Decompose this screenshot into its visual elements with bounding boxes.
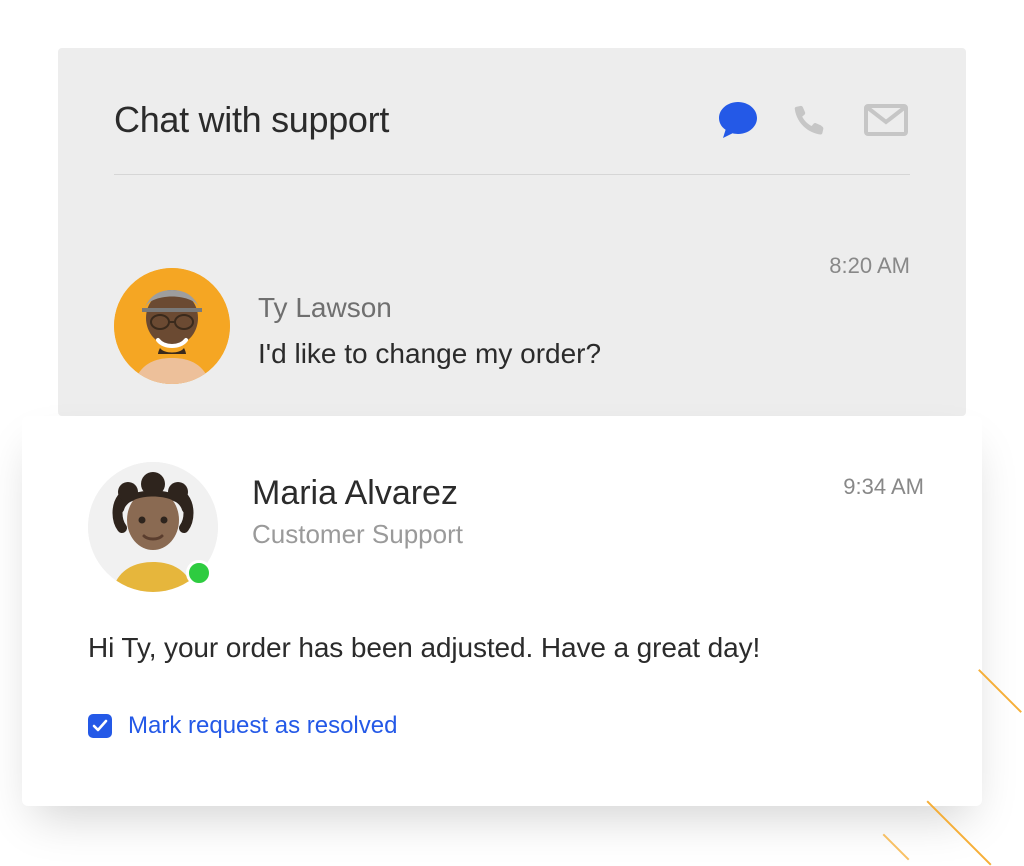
agent-header-row: Maria Alvarez Customer Support 9:34 AM	[88, 462, 924, 592]
accent-stroke	[978, 669, 1022, 713]
agent-meta: Maria Alvarez Customer Support	[252, 462, 809, 550]
accent-stroke	[883, 834, 910, 861]
phone-icon[interactable]	[788, 96, 836, 144]
customer-avatar	[114, 268, 230, 384]
customer-name: Ty Lawson	[258, 292, 601, 324]
presence-online-icon	[186, 560, 212, 586]
channel-icons	[714, 96, 910, 144]
customer-message: Ty Lawson I'd like to change my order?	[114, 268, 601, 384]
resolve-row: Mark request as resolved	[88, 712, 924, 740]
customer-message-time: 8:20 AM	[829, 253, 910, 279]
agent-avatar-wrap	[88, 462, 218, 592]
chat-title: Chat with support	[114, 99, 389, 141]
agent-reply-card: Maria Alvarez Customer Support 9:34 AM H…	[22, 416, 982, 806]
customer-message-body: Ty Lawson I'd like to change my order?	[258, 268, 601, 370]
agent-reply-text: Hi Ty, your order has been adjusted. Hav…	[88, 632, 924, 664]
chat-panel: Chat with support 8:20 AM	[58, 48, 966, 416]
resolve-checkbox[interactable]	[88, 714, 112, 738]
agent-role: Customer Support	[252, 519, 809, 550]
agent-reply-time: 9:34 AM	[843, 462, 924, 500]
accent-stroke	[926, 800, 991, 865]
chat-bubble-icon[interactable]	[714, 96, 762, 144]
avatar-face-illustration	[114, 268, 230, 384]
resolve-label[interactable]: Mark request as resolved	[128, 712, 397, 740]
mail-icon[interactable]	[862, 96, 910, 144]
customer-message-text: I'd like to change my order?	[258, 338, 601, 370]
agent-name: Maria Alvarez	[252, 474, 809, 513]
chat-header: Chat with support	[114, 96, 910, 175]
